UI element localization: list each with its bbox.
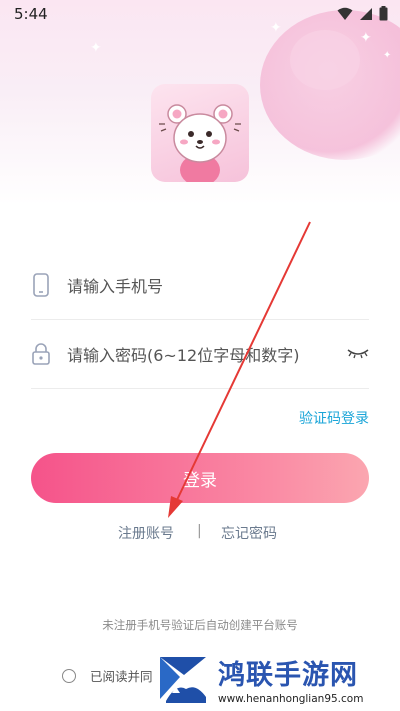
annotation-arrow: [168, 221, 311, 518]
watermark-logo-icon: [160, 657, 206, 703]
watermark: 鸿联手游网 www.henanhonglian95.com: [150, 651, 400, 711]
watermark-title: 鸿联手游网: [218, 660, 358, 691]
watermark-url: www.henanhonglian95.com: [218, 693, 364, 705]
